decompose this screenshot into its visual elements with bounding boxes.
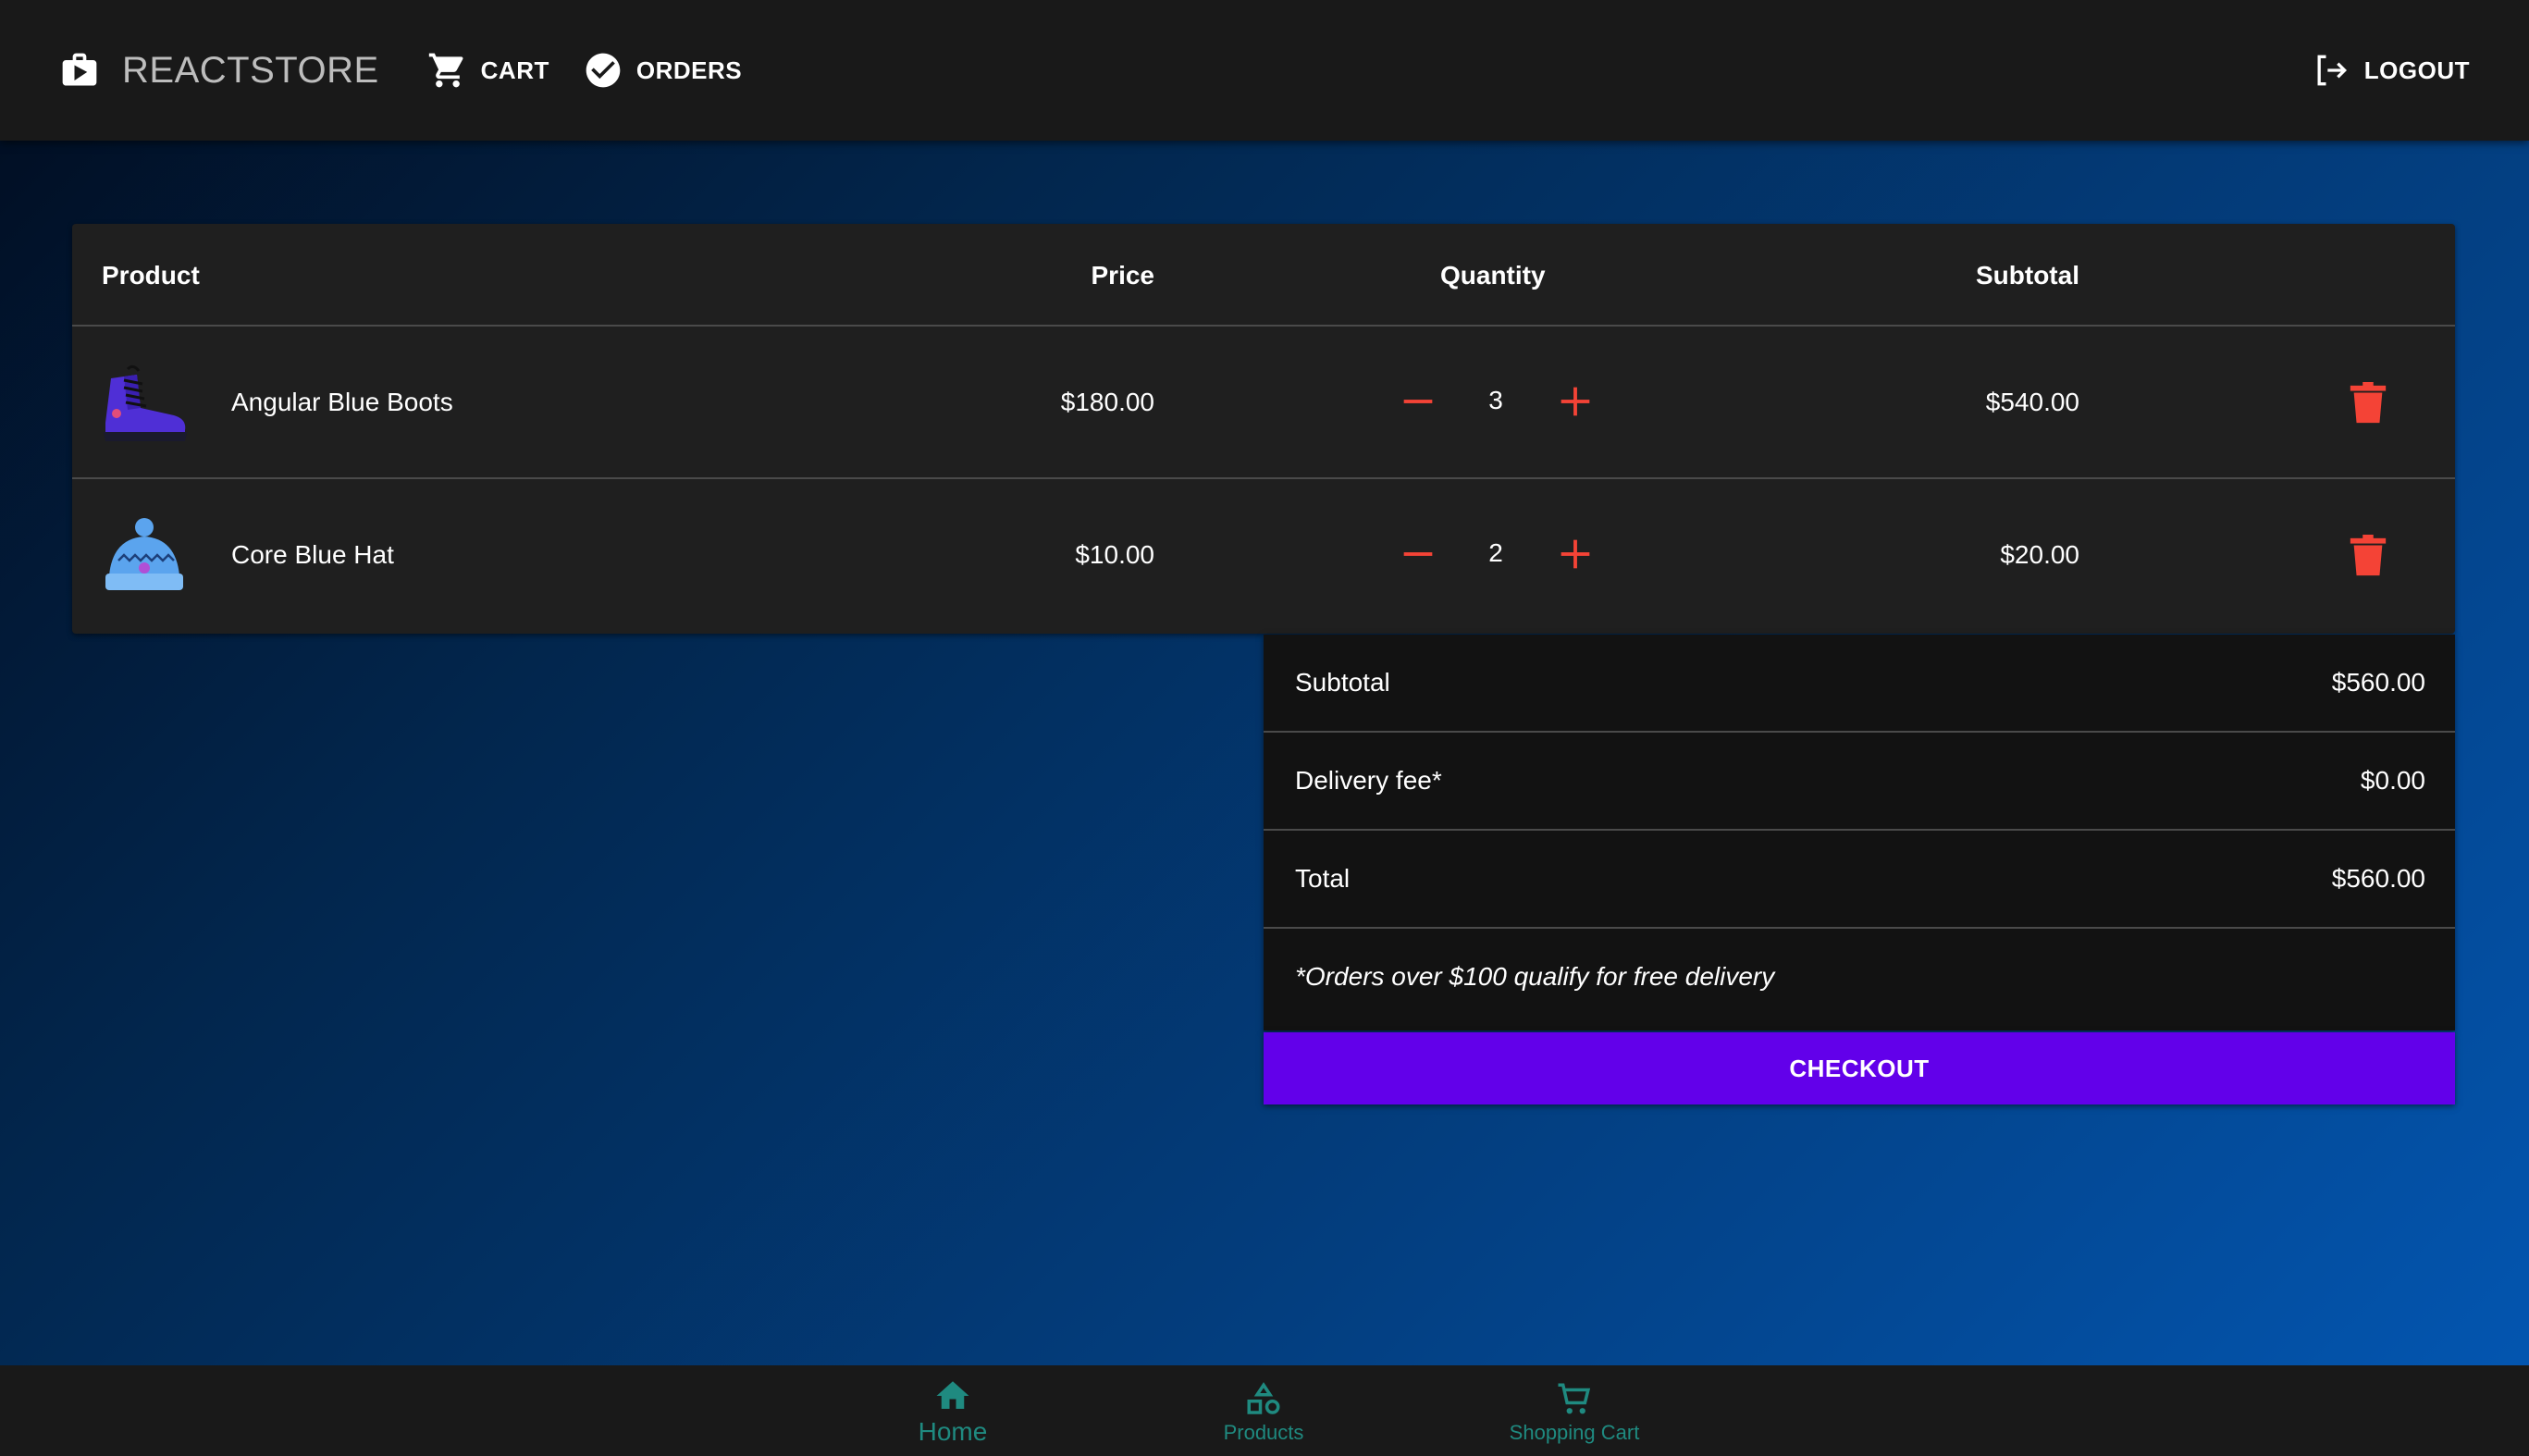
quantity-value: 2 <box>1488 538 1503 567</box>
brand[interactable]: REACTSTORE <box>59 50 379 92</box>
boot-image <box>104 364 187 441</box>
table-header: Product Price Quantity Subtotal <box>72 224 2455 327</box>
bottom-nav-home-label: Home <box>918 1417 988 1446</box>
delete-icon[interactable] <box>2350 382 2387 425</box>
product-price: $180.00 <box>1060 388 1154 416</box>
table-row: Core Blue Hat $10.00 2 $20.00 <box>72 479 2455 632</box>
shapes-icon <box>1247 1382 1280 1414</box>
quantity-value: 3 <box>1488 386 1503 414</box>
nav-cart-label: CART <box>480 56 549 84</box>
home-icon <box>936 1381 969 1409</box>
product-name[interactable]: Angular Blue Boots <box>231 388 453 417</box>
nav-orders-label: ORDERS <box>635 56 743 84</box>
column-header-product: Product <box>102 261 200 290</box>
check-circle-icon <box>586 53 621 88</box>
summary-subtotal-value: $560.00 <box>2331 668 2425 697</box>
cart-icon <box>428 53 463 88</box>
decrease-quantity-button[interactable] <box>1397 533 1439 575</box>
bottom-nav-cart-label: Shopping Cart <box>1509 1421 1640 1444</box>
summary-subtotal-label: Subtotal <box>1295 668 1390 697</box>
logout-label: LOGOUT <box>2363 56 2470 84</box>
increase-quantity-button[interactable] <box>1554 380 1597 423</box>
bottom-nav-shopping-cart[interactable]: Shopping Cart <box>1482 1380 1667 1445</box>
bottom-nav-home[interactable]: Home <box>860 1376 1045 1447</box>
app-bar: REACTSTORE CART ORDERS LOGOUT <box>0 0 2529 141</box>
row-subtotal: $540.00 <box>1985 388 2079 416</box>
summary-delivery-value: $0.00 <box>2360 766 2425 795</box>
summary-total-row: Total $560.00 <box>1264 831 2455 929</box>
logout-icon <box>2317 55 2347 86</box>
shopping-bag-icon <box>62 53 97 86</box>
bottom-navigation: Home Products Shopping Cart <box>0 1365 2529 1456</box>
table-row: Angular Blue Boots $180.00 3 $540.00 <box>72 327 2455 479</box>
bottom-nav-products-label: Products <box>1223 1421 1304 1444</box>
summary-total-value: $560.00 <box>2331 864 2425 893</box>
summary-delivery-label: Delivery fee* <box>1295 766 1442 795</box>
summary-delivery-row: Delivery fee* $0.00 <box>1264 733 2455 831</box>
product-name[interactable]: Core Blue Hat <box>231 540 394 570</box>
checkout-button[interactable]: CHECKOUT <box>1264 1032 2455 1104</box>
delete-icon[interactable] <box>2350 535 2387 577</box>
cart-icon <box>1558 1383 1591 1414</box>
summary-subtotal-row: Subtotal $560.00 <box>1264 635 2455 733</box>
hat-image <box>105 518 183 590</box>
decrease-quantity-button[interactable] <box>1397 380 1439 423</box>
summary-note-row: *Orders over $100 qualify for free deliv… <box>1264 929 2455 1027</box>
order-summary: Subtotal $560.00 Delivery fee* $0.00 Tot… <box>1264 635 2455 1030</box>
column-header-subtotal: Subtotal <box>1976 261 2079 290</box>
nav-cart-button[interactable]: CART <box>427 50 549 91</box>
column-header-quantity: Quantity <box>1440 261 1546 290</box>
row-subtotal: $20.00 <box>2000 540 2079 569</box>
logout-button[interactable]: LOGOUT <box>2311 50 2470 91</box>
brand-name: REACTSTORE <box>122 49 379 91</box>
cart-table: Product Price Quantity Subtotal Angular … <box>72 224 2455 634</box>
increase-quantity-button[interactable] <box>1554 533 1597 575</box>
product-price: $10.00 <box>1075 540 1154 569</box>
delivery-note: *Orders over $100 qualify for free deliv… <box>1295 962 1775 991</box>
nav-orders-button[interactable]: ORDERS <box>583 50 742 91</box>
bottom-nav-products[interactable]: Products <box>1171 1380 1356 1445</box>
column-header-price: Price <box>1091 261 1155 290</box>
summary-total-label: Total <box>1295 864 1351 893</box>
